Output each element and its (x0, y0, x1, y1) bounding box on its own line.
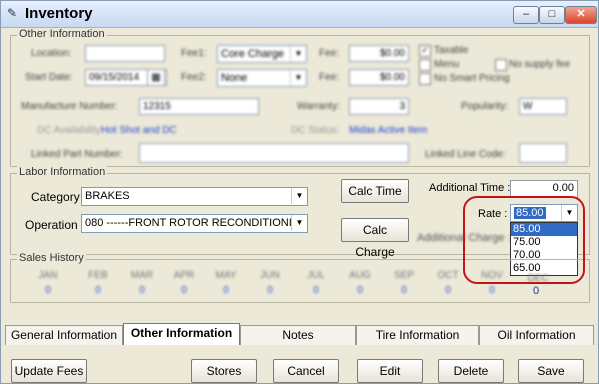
inventory-window: ✎ Inventory – □ ✕ Other Information Loca… (0, 0, 599, 384)
tab-oil-information[interactable]: Oil Information (479, 325, 594, 345)
month-label: OCT (437, 270, 459, 281)
tab-general-information[interactable]: General Information (5, 325, 123, 345)
month-value: 0 (489, 285, 495, 296)
dc-status-value: Midas Active Item (349, 125, 428, 136)
button-bar: Update Fees Stores Cancel Edit Delete Sa… (1, 345, 598, 383)
edit-button[interactable]: Edit (357, 359, 423, 383)
fee-input-1[interactable]: $0.00 (349, 45, 409, 62)
group-title: Labor Information (17, 166, 108, 178)
minimize-button[interactable]: – (513, 6, 539, 24)
tab-notes[interactable]: Notes (240, 325, 356, 345)
calc-time-button[interactable]: Calc Time (341, 179, 409, 203)
cancel-button[interactable]: Cancel (273, 359, 339, 383)
menu-label: Menu (434, 59, 460, 70)
category-label: Category : (31, 190, 87, 204)
month-value: 0 (445, 285, 451, 296)
close-button[interactable]: ✕ (565, 6, 597, 24)
operation-value: 080 ------FRONT ROTOR RECONDITIONIN (85, 217, 300, 229)
month-value: 0 (401, 285, 407, 296)
linked-part-label: Linked Part Number: (31, 149, 123, 160)
category-value: BRAKES (85, 190, 130, 202)
month-label: MAY (215, 270, 237, 281)
month-value: 0 (532, 285, 540, 297)
maximize-button[interactable]: □ (539, 6, 565, 24)
fee-input-2[interactable]: $0.00 (349, 69, 409, 86)
month-label: MAR (130, 270, 154, 281)
linked-line-input[interactable] (519, 143, 567, 163)
no-smart-pricing-label: No Smart Pricing (434, 73, 510, 84)
dc-status-label: DC Status: (291, 125, 340, 136)
warranty-label: Warranty: (297, 101, 340, 112)
fee1-label: Fee1: (181, 48, 207, 59)
linked-line-label: Linked Line Code: (425, 149, 506, 160)
chevron-down-icon[interactable]: ▼ (290, 46, 306, 62)
month-value: 0 (139, 285, 145, 296)
tab-tire-information[interactable]: Tire Information (356, 325, 479, 345)
month-label: JAN (38, 270, 58, 281)
dc-availability-value: Hot Shot and DC (101, 125, 177, 136)
tab-other-information[interactable]: Other Information (123, 323, 240, 345)
month-value: 0 (313, 285, 319, 296)
month-label: AUG (349, 270, 371, 281)
operation-select[interactable]: 080 ------FRONT ROTOR RECONDITIONIN ▼ (81, 214, 308, 233)
month-label: SEP (393, 270, 414, 281)
category-select[interactable]: BRAKES ▼ (81, 187, 308, 206)
month-label: FEB (88, 270, 108, 281)
fee1-select[interactable]: Core Charge ▼ (217, 45, 307, 63)
month-value: 0 (357, 285, 363, 296)
manufacture-number-input[interactable]: 12315 (139, 98, 259, 115)
month-value: 0 (181, 285, 187, 296)
popularity-input[interactable]: W (519, 98, 567, 115)
taxable-label: Taxable (434, 45, 469, 56)
chevron-down-icon[interactable]: ▼ (290, 70, 306, 86)
fee2-label: Fee2: (181, 72, 207, 83)
linked-part-input[interactable] (139, 143, 409, 163)
chevron-down-icon[interactable]: ▼ (291, 188, 307, 204)
app-icon: ✎ (7, 6, 18, 20)
warranty-input[interactable]: 3 (349, 98, 409, 115)
save-button[interactable]: Save (518, 359, 584, 383)
month-label: JUN (260, 270, 280, 281)
group-title: Sales History (17, 252, 86, 264)
month-value: 0 (45, 285, 51, 296)
additional-time-label: Additional Time : (429, 182, 511, 194)
no-supply-fee-checkbox[interactable] (495, 59, 507, 71)
delete-button[interactable]: Delete (438, 359, 504, 383)
update-fees-button[interactable]: Update Fees (11, 359, 87, 383)
location-input[interactable] (85, 45, 165, 62)
window-title: Inventory (25, 5, 93, 22)
month-value: 0 (223, 285, 229, 296)
dc-availability-label: DC Availability: (37, 125, 104, 136)
start-date-label: Start Date: (25, 72, 73, 83)
popularity-label: Popularity: (461, 101, 509, 112)
calc-charge-button[interactable]: Calc Charge (341, 218, 409, 259)
no-supply-fee-label: No supply fee (509, 59, 571, 70)
menu-checkbox[interactable] (419, 59, 431, 71)
chevron-down-icon[interactable]: ▼ (291, 215, 307, 231)
fee2-select[interactable]: None ▼ (217, 69, 307, 87)
group-title: Other Information (17, 28, 107, 40)
month-label: JUL (307, 270, 325, 281)
stores-button[interactable]: Stores (191, 359, 257, 383)
manufacture-number-label: Manufacture Number: (21, 101, 118, 112)
title-bar[interactable]: ✎ Inventory – □ ✕ (1, 1, 598, 28)
fee2-value: None (221, 72, 248, 84)
month-label: APR (173, 270, 195, 281)
calendar-icon[interactable]: ▦ (147, 69, 165, 86)
month-value: 0 (95, 285, 101, 296)
fee-label-1: Fee: (319, 48, 340, 59)
taxable-checkbox[interactable]: ✓ (419, 45, 431, 57)
fee1-value: Core Charge (221, 48, 284, 60)
highlight-annotation (463, 196, 585, 284)
no-smart-pricing-checkbox[interactable] (419, 73, 431, 85)
month-value: 0 (267, 285, 273, 296)
fee-label-2: Fee: (319, 72, 340, 83)
operation-label: Operation : (25, 218, 85, 232)
location-label: Location: (31, 48, 72, 59)
